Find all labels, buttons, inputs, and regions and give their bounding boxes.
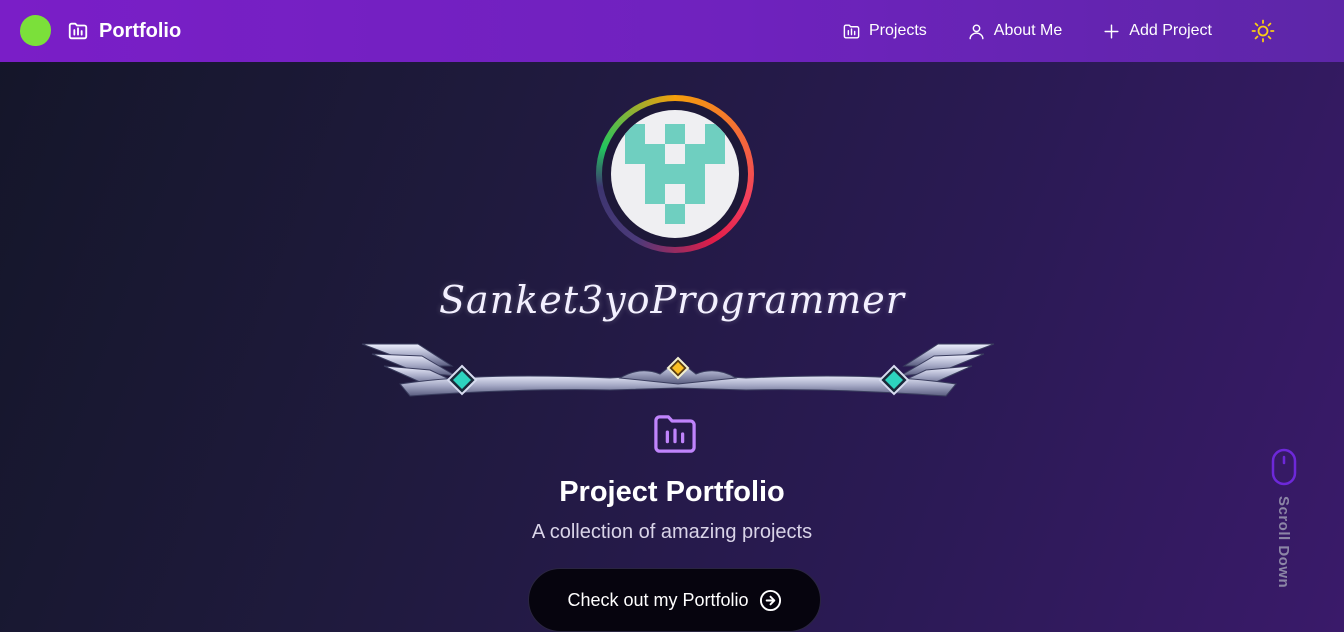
nav-links: Projects About Me Add Project [842, 18, 1252, 44]
identicon-pattern [625, 124, 725, 224]
user-icon [969, 23, 984, 39]
nav-link-about[interactable]: About Me [967, 18, 1062, 44]
logo-blob[interactable] [20, 15, 51, 46]
theme-toggle-button[interactable] [1251, 19, 1275, 43]
brand-link[interactable]: Portfolio [67, 17, 181, 45]
nav-link-label: Projects [869, 22, 927, 39]
ornamental-divider [361, 343, 995, 397]
portfolio-folder-icon [654, 415, 696, 453]
nav-link-add-project[interactable]: Add Project [1102, 18, 1212, 44]
check-out-portfolio-button[interactable]: Check out my Portfolio [528, 568, 821, 632]
hero-title: Project Portfolio [559, 476, 785, 508]
scroll-down-hint[interactable]: Scroll Down [1266, 448, 1302, 598]
brand-label: Portfolio [99, 19, 182, 42]
sun-icon [1251, 19, 1275, 43]
folder-chart-icon [68, 22, 88, 40]
hero-subtitle: A collection of amazing projects [531, 521, 813, 543]
nav-link-label: About Me [993, 22, 1063, 39]
nav-link-projects[interactable]: Projects [842, 18, 927, 44]
identicon-image [611, 110, 739, 238]
scroll-down-label: Scroll Down [1275, 496, 1292, 589]
profile-avatar [596, 95, 754, 253]
arrow-right-circle-icon [759, 589, 781, 611]
nav-link-label: Add Project [1129, 22, 1212, 39]
folder-chart-icon [843, 23, 860, 39]
cta-label: Check out my Portfolio [567, 589, 749, 610]
signature-title: Sanket3yoProgrammer [439, 278, 905, 322]
navbar: Portfolio Projects About Me Add Project [0, 0, 1344, 62]
plus-icon [1104, 23, 1119, 39]
mouse-icon [1271, 448, 1297, 486]
